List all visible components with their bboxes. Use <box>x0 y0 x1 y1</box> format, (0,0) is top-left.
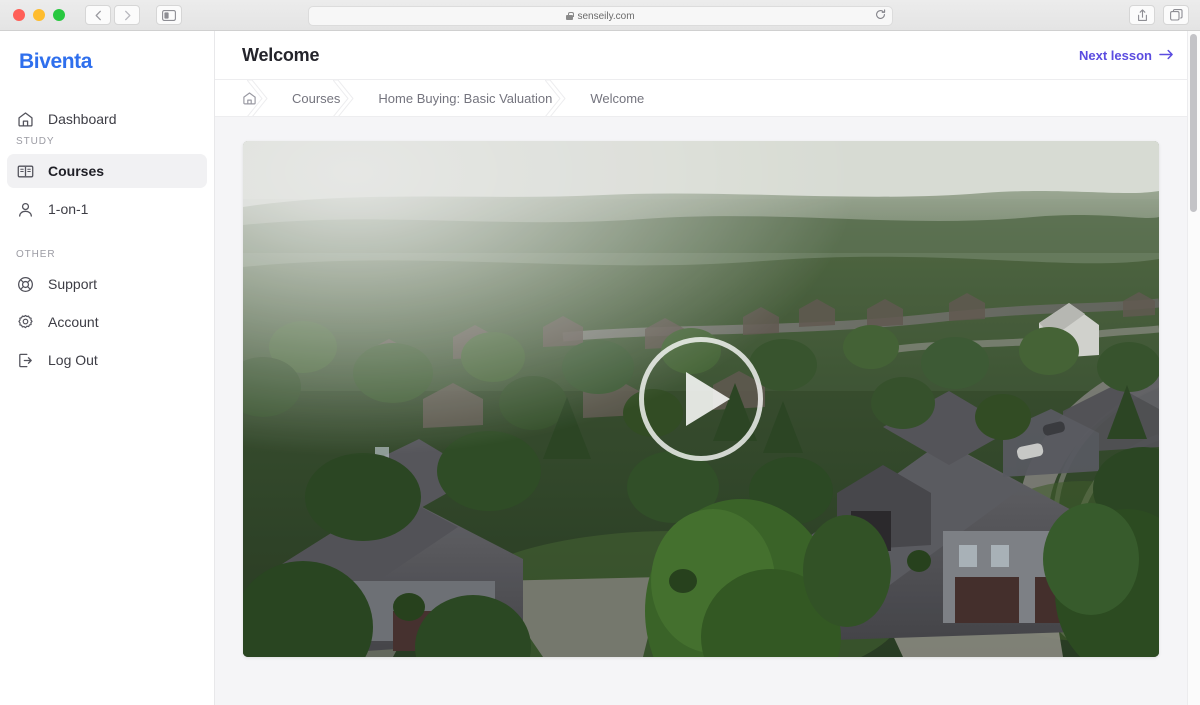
breadcrumb: Courses Home Buying: Basic Valuation Wel… <box>215 80 1200 117</box>
share-button[interactable] <box>1129 5 1155 25</box>
sidebar-item-label-dashboard: Dashboard <box>48 111 117 127</box>
window-traffic-lights <box>13 9 65 21</box>
breadcrumb-item-course[interactable]: Home Buying: Basic Valuation <box>354 80 566 116</box>
sidebar-item-label-support: Support <box>48 276 98 292</box>
minimize-window-button[interactable] <box>33 9 45 21</box>
app-shell: Biventa Dashboard STUDY Courses 1-on-1 O… <box>0 31 1200 705</box>
browser-nav-buttons <box>85 5 140 25</box>
arrow-right-icon <box>1159 48 1174 63</box>
play-button[interactable] <box>639 337 763 461</box>
play-icon <box>686 372 730 426</box>
reload-icon <box>876 9 886 19</box>
page-header: Welcome Next lesson <box>215 31 1200 80</box>
sidebar-item-label-log-out: Log Out <box>48 352 98 368</box>
page-scrollbar-thumb[interactable] <box>1190 34 1197 212</box>
back-button[interactable] <box>85 5 111 25</box>
breadcrumb-item-courses[interactable]: Courses <box>268 80 355 116</box>
sidebar-item-account[interactable]: Account <box>7 305 207 339</box>
browser-right-actions <box>1129 5 1189 25</box>
close-window-button[interactable] <box>13 9 25 21</box>
sidebar-item-dashboard[interactable]: Dashboard <box>7 102 207 136</box>
app-logo[interactable]: Biventa <box>19 50 214 74</box>
forward-button[interactable] <box>114 5 140 25</box>
share-icon <box>1137 8 1148 22</box>
gear-icon <box>16 313 35 332</box>
next-lesson-button[interactable]: Next lesson <box>1079 48 1174 63</box>
home-icon <box>16 110 35 129</box>
home-icon <box>241 90 258 107</box>
video-player[interactable] <box>243 141 1159 657</box>
next-lesson-label: Next lesson <box>1079 47 1152 63</box>
sidebar-section-label-study: STUDY <box>16 136 55 147</box>
address-bar[interactable]: senseily.com <box>308 6 893 26</box>
maximize-window-button[interactable] <box>53 9 65 21</box>
sidebar-item-1-on-1[interactable]: 1-on-1 <box>7 192 207 226</box>
page-scrollbar[interactable] <box>1187 31 1200 705</box>
chevron-left-icon <box>94 10 103 21</box>
user-icon <box>16 200 35 219</box>
tabs-overview-icon <box>1169 9 1183 21</box>
lock-icon <box>566 12 574 20</box>
browser-chrome: senseily.com <box>0 0 1200 31</box>
sidebar-item-support[interactable]: Support <box>7 267 207 301</box>
breadcrumb-item-home[interactable] <box>215 80 268 116</box>
breadcrumb-label-courses: Courses <box>292 90 341 106</box>
url-text: senseily.com <box>577 10 635 22</box>
lesson-content-area <box>215 117 1200 705</box>
sidebar-item-courses[interactable]: Courses <box>7 154 207 188</box>
sidebar-section-label-other: OTHER <box>16 249 56 260</box>
breadcrumb-label-course: Home Buying: Basic Valuation <box>378 90 553 106</box>
sidebar-toggle-button[interactable] <box>156 5 182 25</box>
sidebar-nav: Dashboard STUDY Courses 1-on-1 OTHER Sup… <box>0 102 214 377</box>
url-text-wrap: senseily.com <box>566 10 635 22</box>
main-content: Welcome Next lesson Courses Home Buying:… <box>215 31 1200 705</box>
page-title: Welcome <box>242 44 320 65</box>
lifebuoy-icon <box>16 275 35 294</box>
sidebar: Biventa Dashboard STUDY Courses 1-on-1 O… <box>0 31 215 705</box>
breadcrumb-item-lesson: Welcome <box>566 80 658 116</box>
sidebar-item-label-account: Account <box>48 314 99 330</box>
breadcrumb-label-lesson: Welcome <box>590 90 645 106</box>
sidebar-toggle-icon <box>162 9 176 21</box>
logout-icon <box>16 351 35 370</box>
reload-button[interactable] <box>875 9 886 23</box>
chevron-right-icon <box>123 10 132 21</box>
book-icon <box>16 162 35 181</box>
sidebar-item-label-courses: Courses <box>48 163 105 179</box>
sidebar-item-label-1-on-1: 1-on-1 <box>48 201 89 217</box>
tabs-overview-button[interactable] <box>1163 5 1189 25</box>
sidebar-item-log-out[interactable]: Log Out <box>7 343 207 377</box>
